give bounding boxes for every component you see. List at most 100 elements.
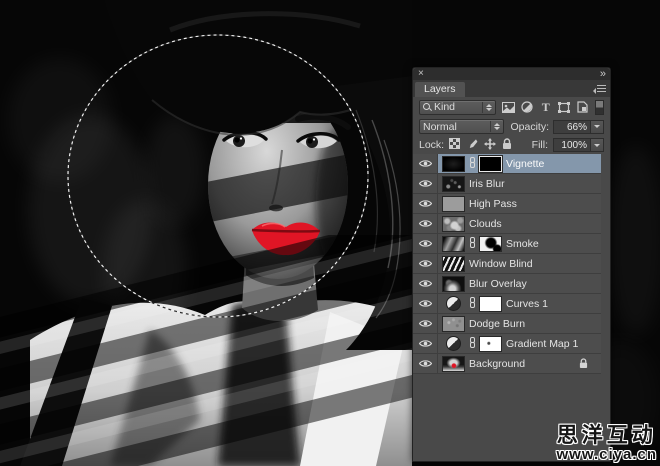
filter-adjustment-layers-icon[interactable] [521, 101, 534, 114]
layer-row-high-pass[interactable]: High Pass [413, 194, 601, 214]
opacity-dropdown-icon[interactable] [590, 120, 604, 134]
filter-smart-object-icon[interactable] [577, 101, 590, 114]
layer-row-main[interactable]: Background [438, 354, 601, 373]
fill-label: Fill: [532, 139, 548, 151]
opacity-value[interactable]: 66% [553, 120, 590, 134]
visibility-cell[interactable] [413, 174, 438, 193]
layer-row-dodge-burn[interactable]: Dodge Burn [413, 314, 601, 334]
filter-shape-layers-icon[interactable] [558, 101, 571, 114]
layer-row-gradient-map-1[interactable]: Gradient Map 1 [413, 334, 601, 354]
layer-thumbnail[interactable] [442, 236, 465, 252]
layer-row-clouds[interactable]: Clouds [413, 214, 601, 234]
eye-icon[interactable] [419, 179, 432, 188]
layer-name[interactable]: Curves 1 [506, 298, 548, 310]
fill-dropdown-icon[interactable] [590, 138, 604, 152]
layer-name[interactable]: Vignette [506, 158, 544, 170]
layer-thumbnail[interactable] [442, 316, 465, 332]
layer-row-main[interactable]: High Pass [438, 194, 601, 213]
visibility-cell[interactable] [413, 234, 438, 253]
mask-link-icon[interactable] [469, 237, 475, 250]
lock-all-icon[interactable] [502, 138, 512, 153]
layer-thumbnail[interactable] [442, 276, 465, 292]
visibility-cell[interactable] [413, 254, 438, 273]
adjustment-layer-icon[interactable] [442, 296, 465, 311]
mask-link-icon[interactable] [469, 157, 475, 170]
layer-mask-thumbnail[interactable] [479, 236, 502, 252]
layer-row-blur-overlay[interactable]: Blur Overlay [413, 274, 601, 294]
layer-row-window-blind[interactable]: Window Blind [413, 254, 601, 274]
layer-name[interactable]: Iris Blur [469, 178, 505, 190]
eye-icon[interactable] [419, 299, 432, 308]
blend-mode-dropdown[interactable]: Normal [419, 119, 504, 134]
fill-field[interactable]: 100% [553, 138, 604, 152]
layer-name[interactable]: High Pass [469, 198, 517, 210]
layer-row-curves-1[interactable]: Curves 1 [413, 294, 601, 314]
layer-name[interactable]: Smoke [506, 238, 539, 250]
adjustment-layer-icon[interactable] [442, 336, 465, 351]
watermark-url: www.ciya.cn [557, 447, 657, 462]
visibility-cell[interactable] [413, 354, 438, 373]
filter-pixel-layers-icon[interactable] [502, 101, 515, 114]
visibility-cell[interactable] [413, 194, 438, 213]
eye-icon[interactable] [419, 279, 432, 288]
tab-layers[interactable]: Layers [415, 82, 465, 97]
layer-name[interactable]: Clouds [469, 218, 502, 230]
layer-row-main[interactable]: Blur Overlay [438, 274, 601, 293]
layer-locked-badge [579, 358, 588, 369]
layer-name[interactable]: Gradient Map 1 [506, 338, 578, 350]
layer-row-iris-blur[interactable]: Iris Blur [413, 174, 601, 194]
layer-row-vignette[interactable]: Vignette [413, 154, 601, 174]
lock-transparency-icon[interactable] [449, 138, 460, 152]
layer-row-main[interactable]: Window Blind [438, 254, 601, 273]
eye-icon[interactable] [419, 199, 432, 208]
layer-row-main[interactable]: Vignette [438, 154, 601, 173]
layer-thumbnail[interactable] [442, 196, 465, 212]
collapse-panel-icon[interactable]: » [600, 69, 605, 79]
visibility-cell[interactable] [413, 214, 438, 233]
filter-on-off-toggle[interactable] [595, 100, 604, 115]
visibility-cell[interactable] [413, 154, 438, 173]
layer-row-main[interactable]: Iris Blur [438, 174, 601, 193]
visibility-cell[interactable] [413, 294, 438, 313]
eye-icon[interactable] [419, 259, 432, 268]
layer-thumbnail[interactable] [442, 256, 465, 272]
visibility-cell[interactable] [413, 314, 438, 333]
visibility-cell[interactable] [413, 334, 438, 353]
layer-thumbnail[interactable] [442, 356, 465, 372]
blend-mode-row: Normal Opacity: 66% [413, 117, 610, 136]
layer-row-main[interactable]: Gradient Map 1 [438, 334, 601, 353]
layer-name[interactable]: Background [469, 358, 525, 370]
layer-thumbnail[interactable] [442, 216, 465, 232]
layer-mask-thumbnail[interactable] [479, 156, 502, 172]
filter-type-layers-icon[interactable]: T [539, 101, 552, 114]
mask-link-icon[interactable] [469, 337, 475, 350]
layer-name[interactable]: Dodge Burn [469, 318, 525, 330]
layer-mask-thumbnail[interactable] [479, 336, 502, 352]
close-icon[interactable]: × [418, 69, 424, 79]
layer-name[interactable]: Window Blind [469, 258, 533, 270]
layer-row-background[interactable]: Background [413, 354, 601, 374]
mask-link-icon[interactable] [469, 297, 475, 310]
layer-row-smoke[interactable]: Smoke [413, 234, 601, 254]
eye-icon[interactable] [419, 159, 432, 168]
filter-kind-dropdown[interactable]: Kind [419, 100, 496, 115]
eye-icon[interactable] [419, 319, 432, 328]
layer-thumbnail[interactable] [442, 176, 465, 192]
eye-icon[interactable] [419, 219, 432, 228]
layer-row-main[interactable]: Curves 1 [438, 294, 601, 313]
layer-row-main[interactable]: Smoke [438, 234, 601, 253]
fill-value[interactable]: 100% [553, 138, 590, 152]
eye-icon[interactable] [419, 359, 432, 368]
lock-position-move-icon[interactable] [484, 138, 496, 153]
eye-icon[interactable] [419, 239, 432, 248]
layer-row-main[interactable]: Dodge Burn [438, 314, 601, 333]
layer-thumbnail[interactable] [442, 156, 465, 172]
layer-name[interactable]: Blur Overlay [469, 278, 527, 290]
eye-icon[interactable] [419, 339, 432, 348]
lock-pixels-brush-icon[interactable] [466, 138, 478, 153]
layer-mask-thumbnail[interactable] [479, 296, 502, 312]
visibility-cell[interactable] [413, 274, 438, 293]
opacity-field[interactable]: 66% [553, 120, 604, 134]
panel-menu-icon[interactable] [593, 85, 606, 94]
layer-row-main[interactable]: Clouds [438, 214, 601, 233]
